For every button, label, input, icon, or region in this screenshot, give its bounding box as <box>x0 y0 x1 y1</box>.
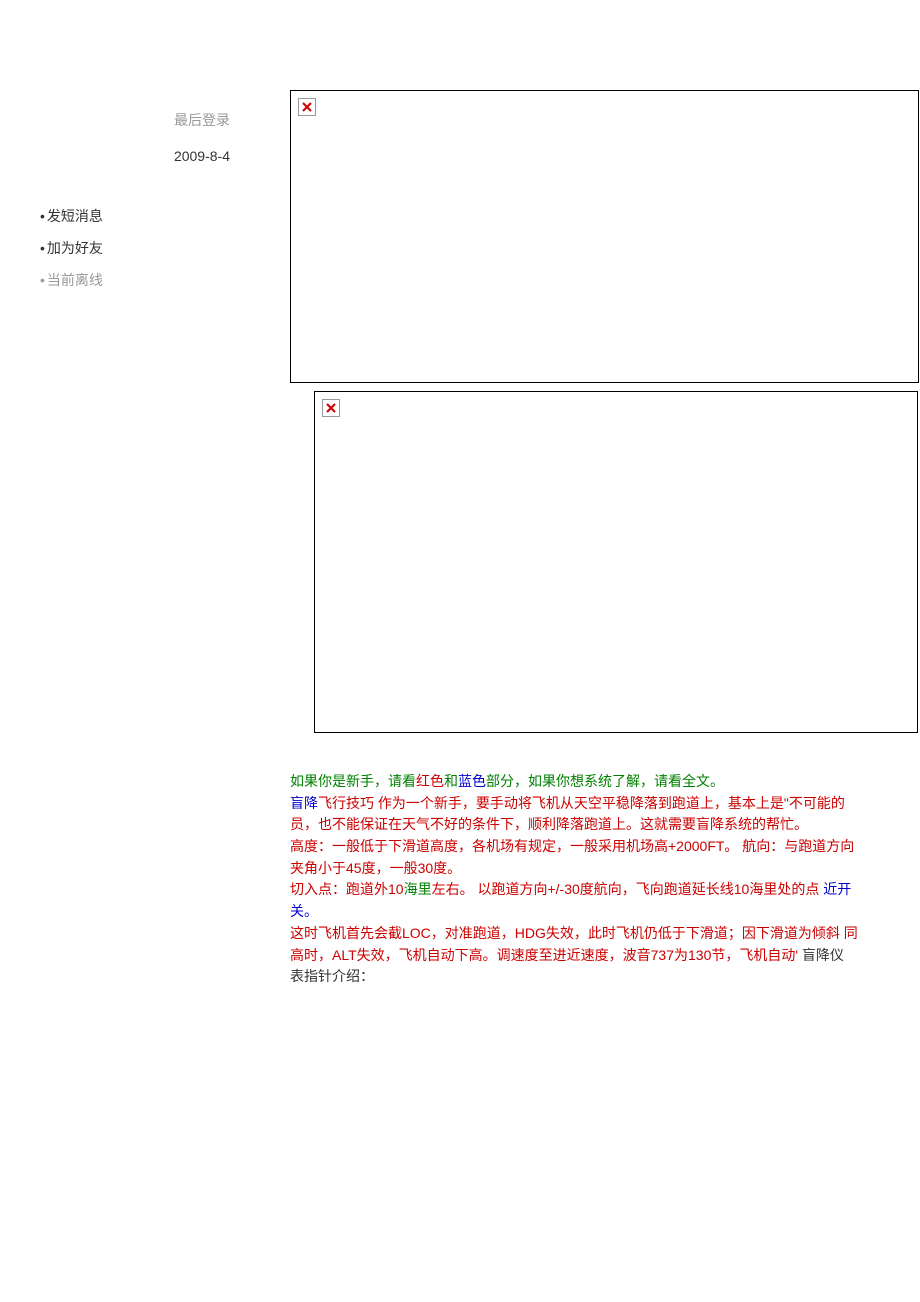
attachment-image-1 <box>290 90 919 383</box>
user-sidebar: 最后登录 2009-8-4 发短消息 加为好友 当前离线 <box>0 0 270 988</box>
text: 红色 <box>416 773 444 789</box>
text: 高时，ALT失效，飞机自动下高。调速度至进近速度，波音737为130节，飞机自动… <box>290 947 802 963</box>
text: 盲降仪 <box>802 947 844 963</box>
text: 飞行技巧 作为一个新手，要手动将飞机从天空平稳降落到跑道上，基本上是"不可能的 <box>318 795 845 811</box>
user-actions: 发短消息 加为好友 当前离线 <box>0 206 250 290</box>
post-content: 如果你是新手，请看红色和蓝色部分，如果你想系统了解，请看全文。 盲降飞行技巧 作… <box>270 0 920 988</box>
text: 海里 <box>404 881 432 897</box>
text: 关。 <box>290 903 318 919</box>
last-login-label: 最后登录 <box>0 110 250 130</box>
text: 盲降 <box>290 795 318 811</box>
online-status: 当前离线 <box>40 270 250 290</box>
text: 夹角小于45度，一般30度。 <box>290 860 461 876</box>
text: 近开 <box>823 881 851 897</box>
text: 表指针介绍： <box>290 968 374 984</box>
broken-image-icon <box>322 399 340 417</box>
text: 这时飞机首先会截LOC，对准跑道，HDG失效，此时飞机仍低于下滑道；因下滑道为倾… <box>290 925 858 941</box>
add-friend-link[interactable]: 加为好友 <box>40 238 250 258</box>
text: 切入点：跑道外10 <box>290 881 404 897</box>
broken-image-icon <box>298 98 316 116</box>
text: 蓝色 <box>458 773 486 789</box>
post-body: 如果你是新手，请看红色和蓝色部分，如果你想系统了解，请看全文。 盲降飞行技巧 作… <box>270 741 920 988</box>
text: 左右。 以跑道方向+/-30度航向，飞向跑道延长线10海里处的点 <box>432 881 824 897</box>
send-message-link[interactable]: 发短消息 <box>40 206 250 226</box>
attachment-image-2 <box>314 391 918 733</box>
text: 高度：一般低于下滑道高度，各机场有规定，一般采用机场高+2000FT。 航向：与… <box>290 838 854 854</box>
text: 和 <box>444 773 458 789</box>
last-login-date: 2009-8-4 <box>0 148 250 164</box>
text: 如果你是新手，请看 <box>290 773 416 789</box>
text: 部分，如果你想系统了解，请看全文。 <box>486 773 724 789</box>
text: 员，也不能保证在天气不好的条件下，顺利降落跑道上。这就需要盲降系统的帮忙。 <box>290 816 808 832</box>
